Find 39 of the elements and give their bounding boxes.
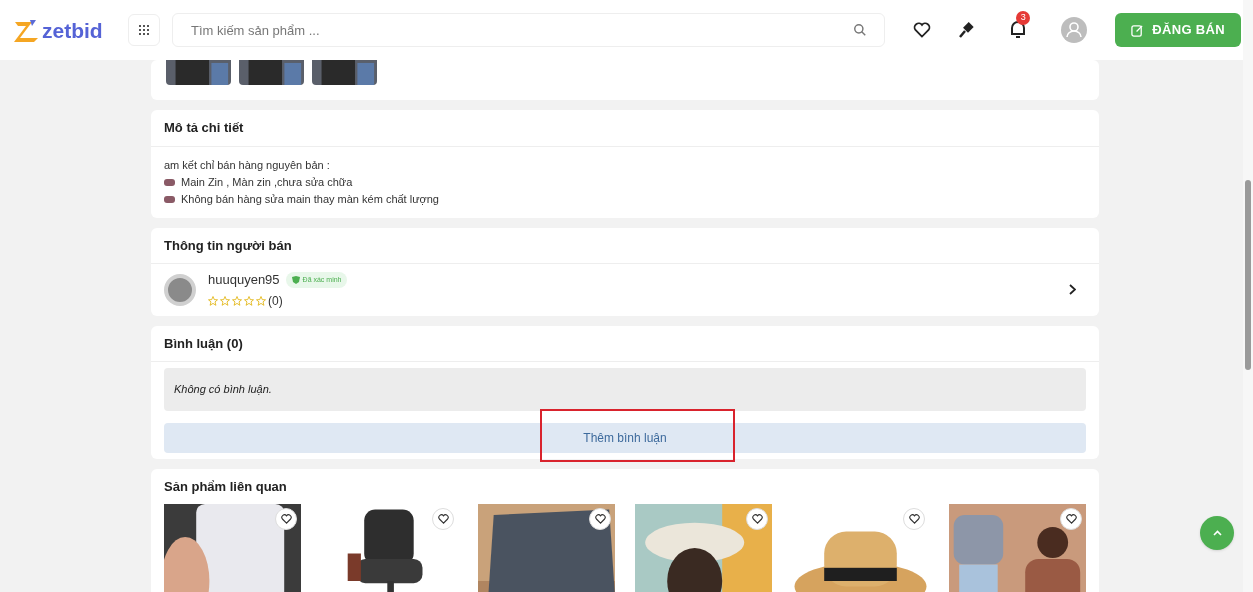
edit-icon xyxy=(1131,23,1145,37)
section-title: Bình luận (0) xyxy=(151,325,1099,362)
notification-badge: 3 xyxy=(1016,11,1031,25)
grid-icon xyxy=(139,25,149,35)
heart-icon xyxy=(908,514,920,524)
logo-icon xyxy=(12,18,40,42)
star-icon xyxy=(244,295,254,306)
description-text: Main Zin , Màn zin ,chưa sửa chữa xyxy=(181,174,353,190)
seller-avatar xyxy=(164,273,196,306)
logo-text: zetbid xyxy=(42,19,103,41)
section-title: Sản phẩm liên quan xyxy=(163,477,288,496)
rating-count: (0) xyxy=(268,292,283,310)
heart-icon[interactable] xyxy=(913,22,932,38)
seller-name[interactable]: huuquyen95 xyxy=(208,270,280,290)
scrollbar[interactable] xyxy=(1243,0,1253,592)
heart-icon xyxy=(280,514,292,524)
heart-icon xyxy=(1065,514,1077,524)
empty-comments-message: Không có bình luận. xyxy=(164,368,1086,411)
star-icon xyxy=(220,295,230,306)
description-text: Không bán hàng sửa main thay màn kém chất lượng xyxy=(181,191,439,207)
heart-icon xyxy=(751,514,763,524)
add-comment-button[interactable]: Thêm bình luận xyxy=(164,422,1086,453)
shield-check-icon xyxy=(291,275,300,284)
section-title: Thông tin người bán xyxy=(151,227,1099,264)
menu-grid-button[interactable] xyxy=(128,14,160,46)
bell-icon[interactable] xyxy=(1009,19,1028,39)
chevron-right-icon[interactable] xyxy=(1069,284,1076,296)
heart-icon xyxy=(594,514,606,524)
gavel-icon[interactable] xyxy=(959,22,976,38)
star-icon xyxy=(256,295,266,306)
search-icon[interactable] xyxy=(853,23,868,37)
section-title: Mô tả chi tiết xyxy=(151,110,1099,147)
search-field[interactable]: Tìm kiếm sản phẩm ... xyxy=(172,13,886,47)
description-text: am kết chỉ bán hàng nguyên bản : xyxy=(164,157,330,173)
post-button[interactable]: ĐĂNG BÁN xyxy=(1115,13,1241,47)
chevron-up-icon xyxy=(1212,530,1222,536)
star-icon xyxy=(208,295,218,306)
star-icon xyxy=(232,295,242,306)
heart-icon xyxy=(437,514,449,524)
